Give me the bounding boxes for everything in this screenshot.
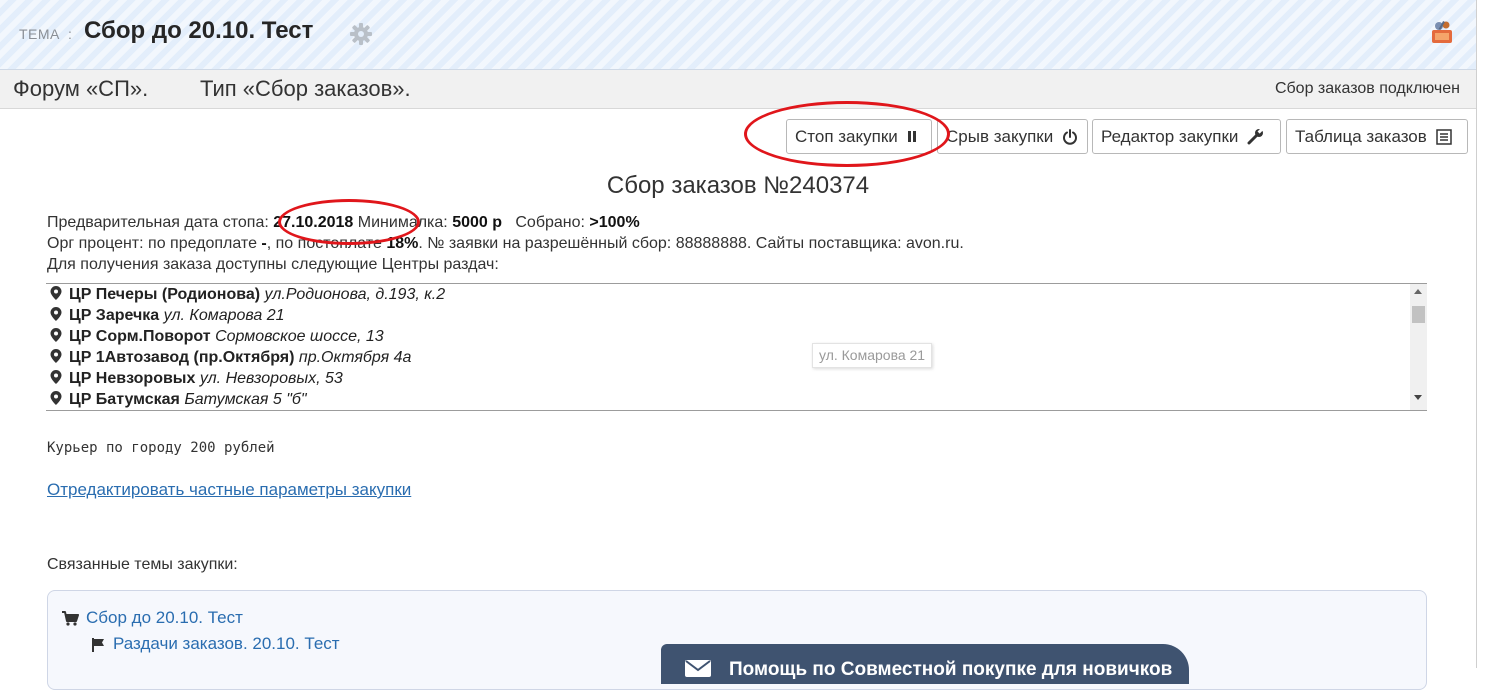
supplier-sites: avon.ru. <box>905 235 964 252</box>
list-item[interactable]: ЦР Сорм.Поворот Сормовское шоссе, 13 <box>50 328 384 349</box>
stop-purchase-label: Стоп закупки <box>795 127 898 146</box>
orders-table-label: Таблица заказов <box>1295 127 1427 146</box>
list-item[interactable]: ЦР 1Автозавод (пр.Октября) пр.Октября 4а <box>50 349 411 370</box>
centers-scrollbar[interactable] <box>1410 284 1427 410</box>
pickup-centers-list[interactable]: ЦР Печеры (Родионова) ул.Родионова, д.19… <box>46 283 1427 411</box>
centers-intro: Для получения заказа доступны следующие … <box>47 256 499 273</box>
forum-label: Форум «СП». <box>13 76 149 101</box>
center-name: ЦР Сорм.Поворот <box>69 328 211 345</box>
topic-header: ТЕМА : Сбор до 20.10. Тест <box>0 0 1476 70</box>
list-item[interactable]: ЦР Батумская Батумская 5 "б" <box>50 391 307 410</box>
related-topic-link[interactable]: Раздачи заказов. 20.10. Тест <box>113 634 340 654</box>
orders-table-button[interactable]: Таблица заказов <box>1286 119 1468 154</box>
user-icon[interactable] <box>1429 19 1455 45</box>
map-pin-icon <box>50 391 62 405</box>
pause-icon <box>907 131 916 143</box>
courier-note: Курьер по городу 200 рублей <box>47 440 275 456</box>
topic-type-label: Тип «Сбор заказов». <box>200 76 411 101</box>
wrench-icon <box>1247 128 1264 145</box>
center-name: ЦР Невзоровых <box>69 370 196 387</box>
forum-bar: Форум «СП». Тип «Сбор заказов». Сбор зак… <box>0 70 1476 109</box>
collected-value: >100% <box>589 214 640 231</box>
org-percent-label: Орг процент: по предоплате <box>47 235 257 252</box>
min-sum-label: Минималка: <box>357 214 448 231</box>
edit-params-link[interactable]: Отредактировать частные параметры закупк… <box>47 480 411 500</box>
map-pin-icon <box>50 286 62 300</box>
map-pin-icon <box>50 307 62 321</box>
org-postpay-value: 18% <box>386 235 419 252</box>
fail-purchase-button[interactable]: Срыв закупки <box>937 119 1088 154</box>
gear-icon[interactable] <box>349 22 373 46</box>
help-tab-label: Помощь по Совместной покупке для новичко… <box>729 659 1173 680</box>
collected-label: Собрано: <box>515 214 585 231</box>
mail-icon <box>685 660 711 677</box>
map-pin-icon <box>50 328 62 342</box>
center-address: пр.Октября 4а <box>298 349 412 366</box>
org-percent-line: Орг процент: по предоплате -, по постопл… <box>47 235 964 253</box>
purchase-editor-button[interactable]: Редактор закупки <box>1092 119 1281 154</box>
center-name: ЦР 1Автозавод (пр.Октября) <box>69 349 295 366</box>
application-number: 88888888 <box>675 235 747 252</box>
stop-date-value: 27.10.2018 <box>273 214 354 231</box>
scroll-up-arrow[interactable] <box>1414 289 1422 294</box>
order-title: Сбор заказов №240374 <box>606 172 870 199</box>
stop-date-label: Предварительная дата стопа: <box>47 214 269 231</box>
sites-label: . Сайты поставщика: <box>746 235 902 252</box>
center-address: Сормовское шоссе, 13 <box>215 328 384 345</box>
list-item[interactable]: ЦР Заречка ул. Комарова 21 <box>50 307 285 328</box>
org-postpay-label: , по постоплате <box>266 235 382 252</box>
help-tab[interactable]: Помощь по Совместной покупке для новичко… <box>661 644 1189 684</box>
topic-separator: : <box>68 26 72 42</box>
application-label: . № заявки на разрешённый сбор: <box>418 235 672 252</box>
scroll-down-arrow[interactable] <box>1414 395 1422 400</box>
flag-icon <box>92 638 104 652</box>
center-name: ЦР Заречка <box>69 307 160 324</box>
stop-purchase-button[interactable]: Стоп закупки <box>786 119 932 154</box>
list-icon <box>1435 128 1452 145</box>
center-address: ул. Комарова 21 <box>163 307 285 324</box>
collect-status: Сбор заказов подключен <box>1274 80 1460 97</box>
scroll-thumb[interactable] <box>1412 306 1425 323</box>
cart-icon <box>62 611 79 626</box>
center-name: ЦР Печеры (Родионова) <box>69 286 261 303</box>
list-item[interactable]: ЦР Печеры (Родионова) ул.Родионова, д.19… <box>50 286 445 307</box>
fail-purchase-label: Срыв закупки <box>946 127 1054 146</box>
power-icon <box>1062 128 1077 145</box>
map-pin-icon <box>50 370 62 384</box>
purchase-editor-label: Редактор закупки <box>1101 127 1239 146</box>
list-item[interactable]: ЦР Невзоровых ул. Невзоровых, 53 <box>50 370 343 391</box>
center-address: Батумская 5 "б" <box>184 391 307 408</box>
address-tooltip: ул. Комарова 21 <box>812 343 933 368</box>
center-name: ЦР Батумская <box>69 391 180 408</box>
topic-prefix: ТЕМА <box>19 26 60 42</box>
related-topic-link[interactable]: Сбор до 20.10. Тест <box>86 608 243 628</box>
min-sum-value: 5000 р <box>452 214 503 231</box>
map-pin-icon <box>50 349 62 363</box>
related-topics-label: Связанные темы закупки: <box>47 556 238 573</box>
center-address: ул. Невзоровых, 53 <box>199 370 343 387</box>
topic-title: Сбор до 20.10. Тест <box>84 17 314 44</box>
stop-date-line: Предварительная дата стопа: 27.10.2018 М… <box>47 214 640 232</box>
center-address: ул.Родионова, д.193, к.2 <box>264 286 446 303</box>
